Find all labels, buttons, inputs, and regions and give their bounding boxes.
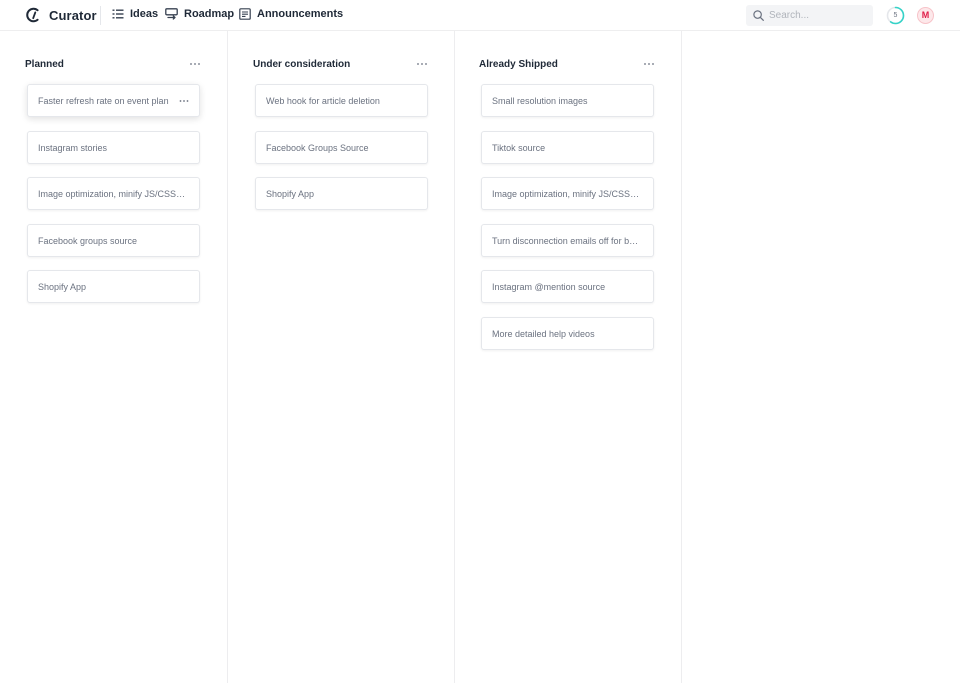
- idea-card[interactable]: Shopify App: [27, 270, 200, 303]
- column-menu-icon[interactable]: [416, 61, 428, 67]
- progress-indicator[interactable]: 5: [886, 6, 905, 25]
- card-menu-icon[interactable]: [179, 99, 189, 103]
- idea-card-title: Shopify App: [38, 282, 87, 292]
- idea-card-title: Instagram stories: [38, 143, 108, 153]
- nav-divider: [100, 6, 101, 25]
- search-box: [746, 5, 873, 26]
- column-divider: [227, 31, 228, 683]
- idea-card[interactable]: Image optimization, minify JS/CSS, fix l…: [27, 177, 200, 210]
- nav-announcements[interactable]: Announcements: [239, 8, 343, 20]
- idea-card[interactable]: Web hook for article deletion: [255, 84, 428, 117]
- column-divider: [454, 31, 455, 683]
- nav-ideas-label: Ideas: [130, 8, 159, 20]
- brand-logo-link[interactable]: Curator: [25, 7, 97, 23]
- idea-card-title: Web hook for article deletion: [266, 96, 380, 106]
- idea-card-title: Turn disconnection emails off for brands: [492, 236, 640, 246]
- nav-ideas[interactable]: Ideas: [112, 8, 158, 20]
- roadmap-board: Planned Faster refresh rate on event pla…: [0, 31, 960, 683]
- nav-roadmap[interactable]: Roadmap: [165, 8, 234, 20]
- idea-card[interactable]: Tiktok source: [481, 131, 654, 164]
- idea-card-title: More detailed help videos: [492, 329, 595, 339]
- roadmap-icon: [165, 8, 178, 20]
- idea-card-title: Small resolution images: [492, 96, 588, 106]
- idea-card-title: Facebook groups source: [38, 236, 138, 246]
- idea-card-title: Shopify App: [266, 189, 315, 199]
- curator-logo-icon: [26, 7, 39, 23]
- search-input[interactable]: [769, 10, 864, 21]
- announcements-icon: [239, 8, 251, 20]
- nav-announcements-label: Announcements: [257, 8, 344, 20]
- idea-card[interactable]: Small resolution images: [481, 84, 654, 117]
- idea-card[interactable]: Turn disconnection emails off for brands: [481, 224, 654, 257]
- idea-card[interactable]: Shopify App: [255, 177, 428, 210]
- idea-card[interactable]: More detailed help videos: [481, 317, 654, 350]
- idea-card[interactable]: Instagram @mention source: [481, 270, 654, 303]
- column-title: Under consideration: [253, 59, 351, 70]
- idea-card-title: Faster refresh rate on event plan: [38, 96, 169, 106]
- idea-card-title: Instagram @mention source: [492, 282, 606, 292]
- idea-card[interactable]: Facebook groups source: [27, 224, 200, 257]
- idea-card[interactable]: Facebook Groups Source: [255, 131, 428, 164]
- list-icon: [112, 9, 124, 19]
- idea-card[interactable]: Instagram stories: [27, 131, 200, 164]
- brand-name: Curator: [49, 7, 97, 23]
- column-divider: [681, 31, 682, 683]
- idea-card[interactable]: Image optimization, minify JS/CSS, fix l…: [481, 177, 654, 210]
- idea-card-title: Tiktok source: [492, 143, 546, 153]
- progress-count: 5: [893, 12, 898, 19]
- idea-card[interactable]: Faster refresh rate on event plan: [27, 84, 200, 117]
- idea-card-title: Facebook Groups Source: [266, 143, 369, 153]
- column-title: Already Shipped: [479, 59, 558, 70]
- column-menu-icon[interactable]: [643, 61, 655, 67]
- idea-card-title: Image optimization, minify JS/CSS, fix l…: [38, 189, 186, 199]
- column-menu-icon[interactable]: [189, 61, 201, 67]
- user-avatar[interactable]: M: [917, 7, 934, 24]
- top-navigation: Curator Ideas Roadmap Announcements Sear…: [0, 0, 960, 31]
- search-icon: [753, 10, 764, 21]
- column-title: Planned: [25, 59, 64, 70]
- idea-card-title: Image optimization, minify JS/CSS, fix l…: [492, 189, 640, 199]
- nav-roadmap-label: Roadmap: [184, 8, 235, 20]
